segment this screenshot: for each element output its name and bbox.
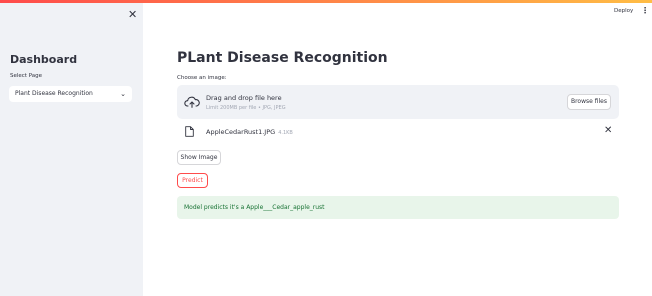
file-size: 4.1KB	[278, 130, 293, 136]
cloud-upload-icon	[184, 96, 200, 108]
chevron-down-icon: ⌄	[120, 90, 126, 98]
vertical-ellipsis-icon[interactable]: ⋮	[641, 6, 649, 15]
file-name: AppleCedarRust1.JPG	[206, 128, 276, 136]
deploy-button[interactable]: Deploy	[614, 8, 633, 14]
file-icon	[185, 126, 194, 137]
predict-button[interactable]: Predict	[177, 173, 208, 188]
file-dropzone[interactable]: Drag and drop file here Limit 200MB per …	[177, 85, 619, 119]
dropzone-title: Drag and drop file here	[206, 94, 282, 102]
prediction-result: Model predicts it's a Apple___Cedar_appl…	[177, 196, 619, 219]
select-page-label: Select Page	[10, 73, 43, 79]
sidebar-title: Dashboard	[10, 53, 78, 66]
page-select-value: Plant Disease Recognition	[15, 90, 93, 97]
page-select[interactable]: Plant Disease Recognition ⌄	[9, 86, 132, 102]
sidebar: ✕ Dashboard Select Page Plant Disease Re…	[0, 3, 143, 296]
uploaded-file-row: AppleCedarRust1.JPG 4.1KB ✕	[177, 124, 619, 140]
remove-file-icon[interactable]: ✕	[604, 125, 612, 136]
browse-files-button[interactable]: Browse files	[567, 94, 611, 110]
show-image-button[interactable]: Show Image	[177, 150, 221, 165]
page-title: PLant Disease Recognition	[177, 50, 388, 66]
close-icon[interactable]: ✕	[128, 8, 137, 21]
dropzone-limit: Limit 200MB per file • JPG, JPEG	[206, 105, 286, 111]
uploader-label: Choose an image:	[177, 75, 227, 81]
